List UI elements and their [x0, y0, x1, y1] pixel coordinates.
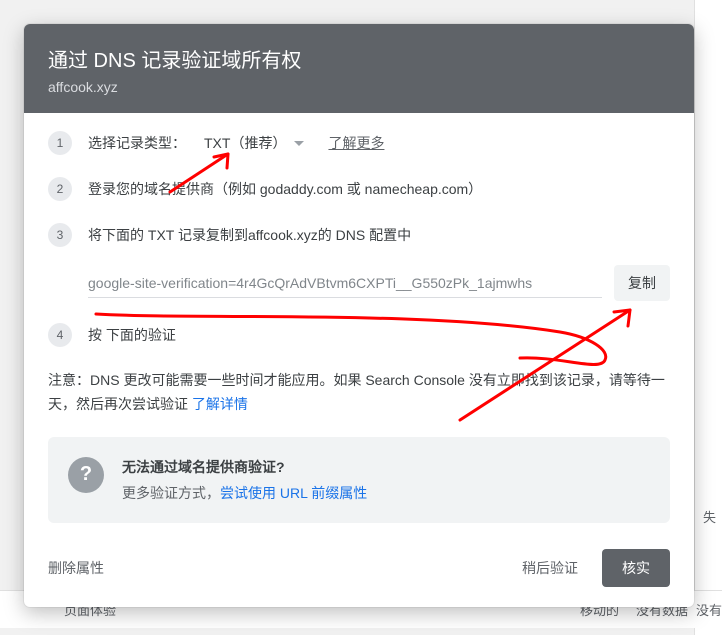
bg-cell-nodata2: 没有 — [696, 600, 722, 619]
copy-button[interactable]: 复制 — [614, 265, 670, 301]
step-3-text: 将下面的 TXT 记录复制到affcook.xyz的 DNS 配置中 — [88, 225, 411, 245]
delete-property-link[interactable]: 删除属性 — [48, 558, 104, 578]
step-4-text: 按 下面的验证 — [88, 325, 176, 345]
record-type-label: 选择记录类型： — [88, 133, 186, 153]
record-type-dropdown[interactable]: TXT（推荐） — [204, 133, 304, 153]
txt-record-field[interactable] — [88, 269, 602, 298]
step-badge-1: 1 — [48, 131, 72, 155]
dialog-footer: 删除属性 稍后验证 核实 — [24, 533, 694, 607]
alt-verify-text: 更多验证方式， — [122, 485, 220, 501]
txt-record-row: 复制 — [88, 265, 670, 301]
step-2-text: 登录您的域名提供商（例如 godaddy.com 或 namecheap.com… — [88, 179, 482, 199]
step-badge-4: 4 — [48, 323, 72, 347]
verify-dns-dialog: 通过 DNS 记录验证域所有权 affcook.xyz 1 选择记录类型： TX… — [24, 24, 694, 607]
step-4: 4 按 下面的验证 — [48, 323, 670, 347]
url-prefix-link[interactable]: 尝试使用 URL 前缀属性 — [220, 485, 367, 501]
alt-verify-heading: 无法通过域名提供商验证? — [122, 457, 367, 477]
dns-note: 注意：DNS 更改可能需要一些时间才能应用。如果 Search Console … — [48, 369, 670, 417]
step-badge-2: 2 — [48, 177, 72, 201]
dialog-body: 1 选择记录类型： TXT（推荐） 了解更多 2 登录您的域名提供商（例如 go… — [24, 113, 694, 533]
dialog-title: 通过 DNS 记录验证域所有权 — [48, 44, 670, 73]
alt-verify-card: ? 无法通过域名提供商验证? 更多验证方式，尝试使用 URL 前缀属性 — [48, 437, 670, 523]
step-badge-3: 3 — [48, 223, 72, 247]
verify-button[interactable]: 核实 — [602, 549, 670, 587]
learn-more-link[interactable]: 了解更多 — [328, 133, 384, 153]
bg-col-header: 失 — [703, 507, 716, 526]
step-3: 3 将下面的 TXT 记录复制到affcook.xyz的 DNS 配置中 — [48, 223, 670, 247]
question-icon: ? — [68, 457, 104, 493]
step-1: 1 选择记录类型： TXT（推荐） 了解更多 — [48, 131, 670, 155]
dialog-domain: affcook.xyz — [48, 79, 670, 95]
dialog-header: 通过 DNS 记录验证域所有权 affcook.xyz — [24, 24, 694, 113]
chevron-down-icon — [294, 141, 304, 146]
background-right-column: 失 — [694, 0, 722, 635]
step-2: 2 登录您的域名提供商（例如 godaddy.com 或 namecheap.c… — [48, 177, 670, 201]
verify-later-button[interactable]: 稍后验证 — [506, 550, 594, 586]
record-type-value: TXT（推荐） — [204, 133, 286, 153]
dns-note-text: 注意：DNS 更改可能需要一些时间才能应用。如果 Search Console … — [48, 372, 665, 412]
dns-note-link[interactable]: 了解详情 — [192, 396, 248, 412]
